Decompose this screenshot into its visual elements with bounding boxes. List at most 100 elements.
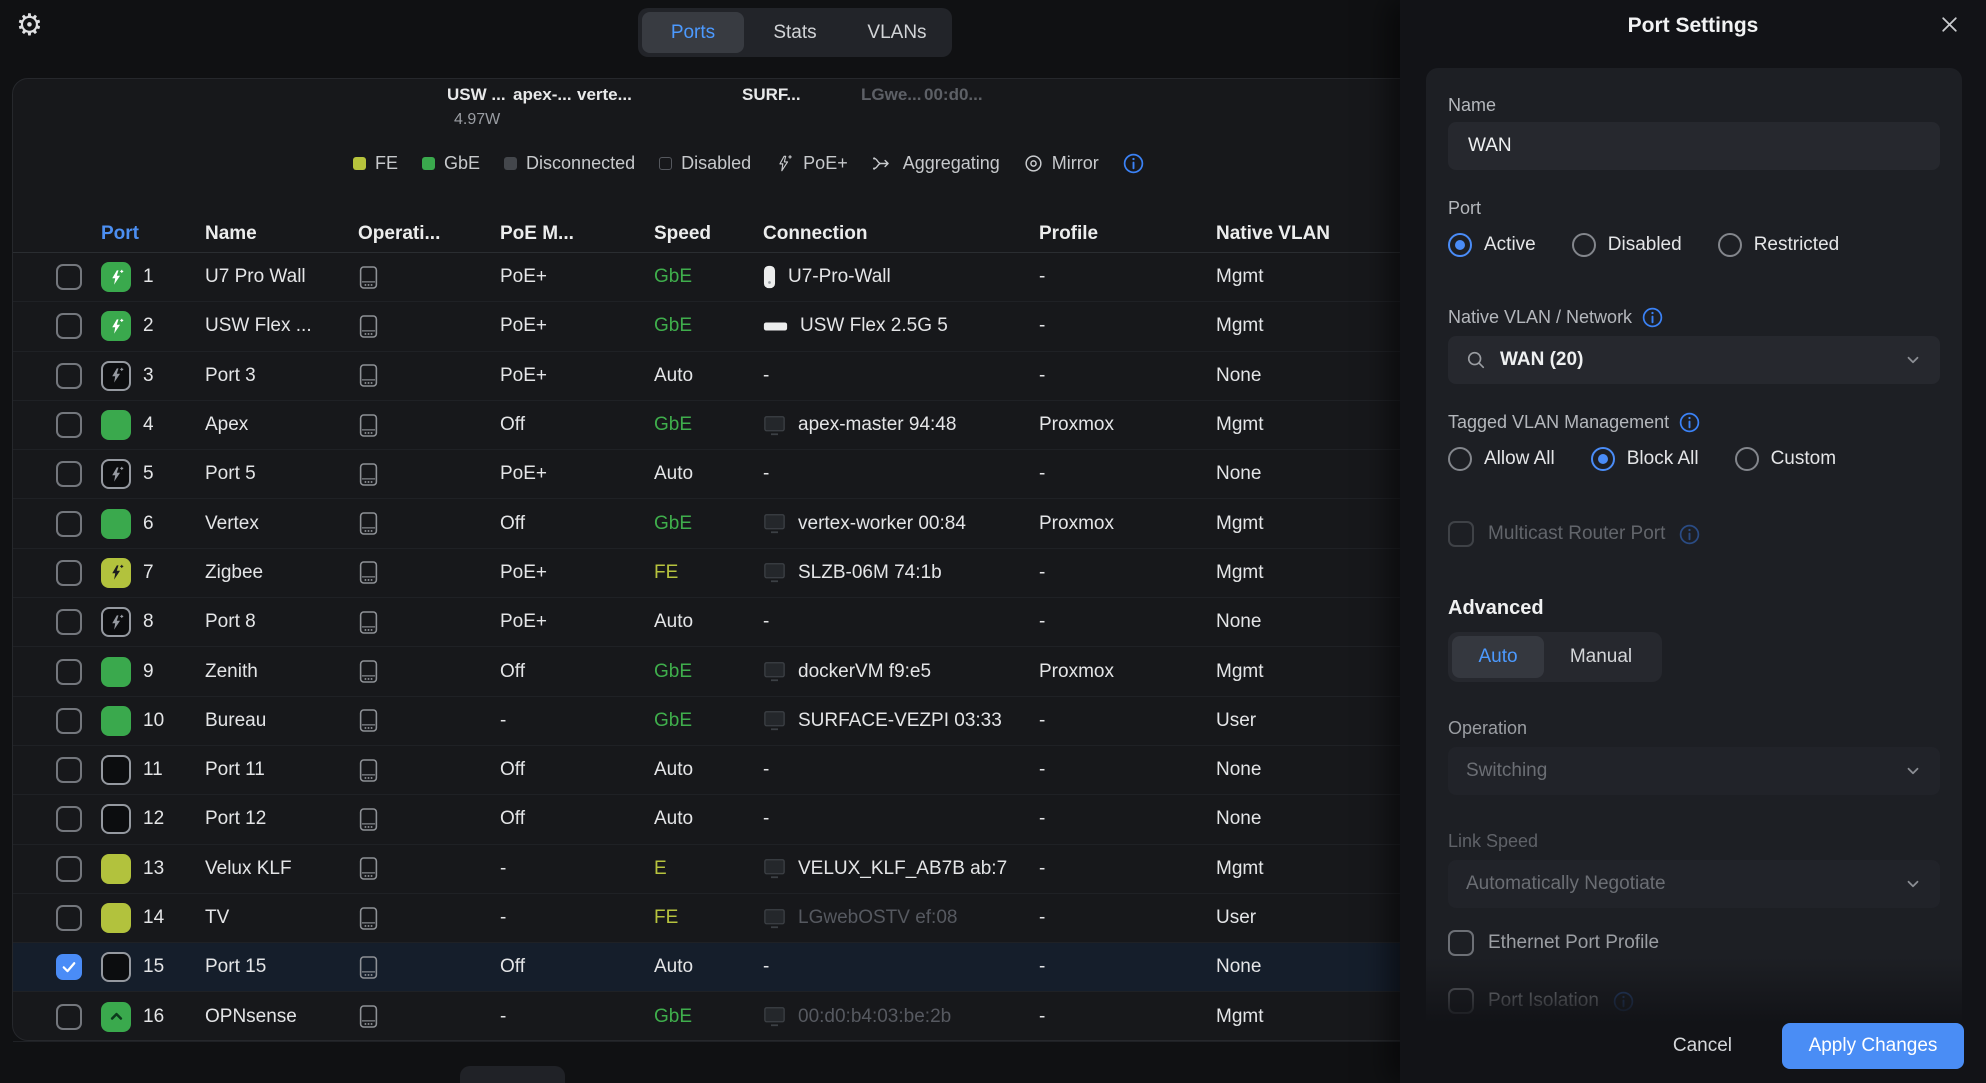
row-checkbox[interactable] (56, 905, 82, 931)
operation-select[interactable]: Switching (1448, 747, 1940, 795)
multicast-router-port-checkbox[interactable]: Multicast Router Port (1448, 521, 1940, 547)
switching-operation-icon (358, 658, 500, 685)
mode-manual[interactable]: Manual (1544, 636, 1658, 678)
radio-restricted[interactable]: Restricted (1718, 233, 1840, 257)
checkbox[interactable] (1448, 521, 1474, 547)
port-status-icon (101, 755, 131, 785)
row-checkbox[interactable] (56, 412, 82, 438)
poe-mode: PoE+ (500, 562, 654, 584)
poe-mode: PoE+ (500, 266, 654, 288)
connection-cell: 00:d0:b4:03:be:2b (763, 1006, 1039, 1028)
port-name: Zigbee (205, 562, 358, 584)
row-checkbox[interactable] (56, 264, 82, 290)
poe-mode: Off (500, 956, 654, 978)
connection-name: 00:d0:b4:03:be:2b (798, 1006, 951, 1028)
legend-disabled: Disabled (659, 153, 751, 174)
row-checkbox[interactable] (56, 560, 82, 586)
poe-mode: PoE+ (500, 463, 654, 485)
port-name: Port 11 (205, 759, 358, 781)
tab-ports[interactable]: Ports (642, 12, 744, 53)
connection-name: dockerVM f9:e5 (798, 661, 931, 683)
show-more-button-partial[interactable] (460, 1066, 565, 1083)
poe-mode: - (500, 1006, 654, 1028)
column-header-speed[interactable]: Speed (654, 223, 763, 245)
tab-stats[interactable]: Stats (744, 12, 846, 53)
device-sw-icon (763, 321, 788, 332)
connection-name: VELUX_KLF_AB7B ab:7 (798, 858, 1007, 880)
radio-active[interactable]: Active (1448, 233, 1536, 257)
radio-block-all[interactable]: Block All (1591, 447, 1699, 471)
connection-name: - (763, 808, 769, 830)
ethernet-port-profile-checkbox[interactable]: Ethernet Port Profile (1448, 930, 1940, 956)
radio-dot[interactable] (1448, 233, 1472, 257)
radio-allow-all[interactable]: Allow All (1448, 447, 1555, 471)
switching-operation-icon (358, 609, 500, 636)
row-checkbox[interactable] (56, 609, 82, 635)
apply-changes-button[interactable]: Apply Changes (1782, 1023, 1964, 1069)
diagram-device-label: verte... (577, 85, 632, 105)
row-checkbox[interactable] (56, 461, 82, 487)
poe-mode: Off (500, 759, 654, 781)
radio-dot[interactable] (1591, 447, 1615, 471)
checkbox[interactable] (1448, 930, 1474, 956)
row-checkbox[interactable] (56, 954, 82, 980)
diagram-device-label: SURF... (742, 85, 801, 105)
legend-poe: PoE+ (775, 153, 848, 174)
port-status-icon (101, 410, 131, 440)
radio-custom[interactable]: Custom (1735, 447, 1836, 471)
info-icon[interactable] (1679, 412, 1700, 433)
row-checkbox[interactable] (56, 511, 82, 537)
column-header-connection[interactable]: Connection (763, 223, 1039, 245)
switching-operation-icon (358, 806, 500, 833)
row-checkbox[interactable] (56, 708, 82, 734)
switching-operation-icon (358, 757, 500, 784)
tab-vlans[interactable]: VLANs (846, 12, 948, 53)
switching-operation-icon (358, 461, 500, 488)
radio-dot[interactable] (1448, 447, 1472, 471)
connection-name: - (763, 611, 769, 633)
connection-cell: - (763, 956, 1039, 978)
switching-operation-icon (358, 313, 500, 340)
column-header-port[interactable]: Port (101, 223, 205, 245)
radio-dot[interactable] (1718, 233, 1742, 257)
row-checkbox[interactable] (56, 806, 82, 832)
close-icon[interactable] (1939, 14, 1960, 35)
profile: Proxmox (1039, 513, 1216, 535)
column-header-poe-mode[interactable]: PoE M... (500, 223, 654, 245)
native-vlan-select[interactable]: WAN (20) (1448, 336, 1940, 384)
radio-dot[interactable] (1735, 447, 1759, 471)
name-input[interactable]: WAN (1448, 122, 1940, 170)
row-checkbox[interactable] (56, 856, 82, 882)
row-checkbox[interactable] (56, 313, 82, 339)
info-icon[interactable] (1642, 307, 1663, 328)
operation-value: Switching (1466, 760, 1890, 782)
speed: FE (654, 907, 763, 929)
row-checkbox[interactable] (56, 659, 82, 685)
radio-dot[interactable] (1572, 233, 1596, 257)
profile: - (1039, 315, 1216, 337)
row-checkbox[interactable] (56, 1004, 82, 1030)
port-name: Port 5 (205, 463, 358, 485)
mode-auto[interactable]: Auto (1452, 636, 1544, 678)
speed: Auto (654, 808, 763, 830)
disabled-swatch-icon (659, 157, 672, 170)
cancel-button[interactable]: Cancel (1667, 1023, 1738, 1069)
device-pc-icon (763, 661, 786, 682)
port-status-icon (101, 903, 131, 933)
column-header-name[interactable]: Name (205, 223, 358, 245)
native-vlan-value: WAN (20) (1500, 349, 1890, 371)
column-header-operation[interactable]: Operati... (358, 223, 500, 245)
profile: - (1039, 759, 1216, 781)
legend-info-icon[interactable] (1123, 153, 1144, 174)
settings-gear-icon[interactable]: ⚙ (16, 8, 43, 43)
diagram-device-label: apex-... (513, 85, 572, 105)
row-checkbox[interactable] (56, 757, 82, 783)
profile: - (1039, 956, 1216, 978)
column-header-profile[interactable]: Profile (1039, 223, 1216, 245)
connection-cell: SLZB-06M 74:1b (763, 562, 1039, 584)
link-speed-select[interactable]: Automatically Negotiate (1448, 860, 1940, 908)
switching-operation-icon (358, 954, 500, 981)
radio-disabled[interactable]: Disabled (1572, 233, 1682, 257)
profile: - (1039, 365, 1216, 387)
row-checkbox[interactable] (56, 363, 82, 389)
